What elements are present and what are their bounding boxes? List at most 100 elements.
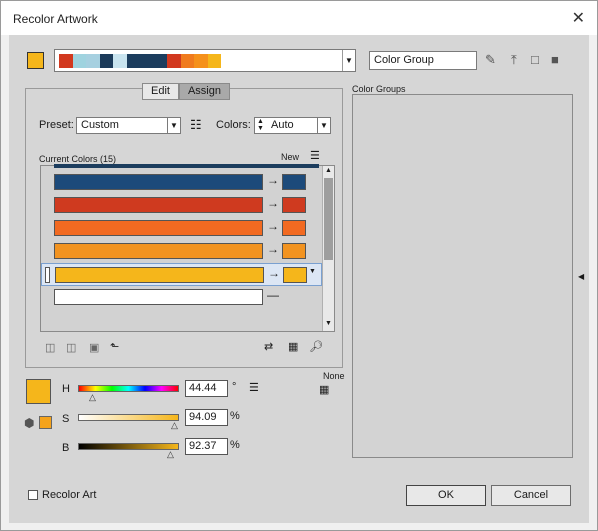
b-unit: % — [230, 439, 240, 451]
preset-select[interactable]: Custom ▼ — [76, 117, 181, 134]
scrollbar-thumb[interactable] — [324, 178, 333, 260]
strip-color-swatch — [72, 54, 86, 68]
chevron-down-icon[interactable]: ▼ — [309, 268, 316, 275]
arrow-right-icon[interactable]: → — [267, 219, 279, 233]
trash-icon[interactable]: ■ — [551, 52, 559, 67]
brightness-input[interactable]: 92.37 — [185, 438, 228, 455]
separate-colors-icon[interactable]: ◫ — [66, 341, 76, 354]
brightness-slider-thumb[interactable]: △ — [167, 449, 174, 460]
exclude-colors-icon[interactable]: ▣ — [89, 341, 99, 354]
color-assign-row[interactable]: → — [41, 240, 322, 263]
title-bar: Recolor Artwork ✕ — [1, 1, 597, 35]
strip-color-swatch — [167, 54, 181, 68]
saturation-slider-thumb[interactable]: △ — [171, 420, 178, 431]
ok-button[interactable]: OK — [406, 485, 486, 506]
find-color-icon[interactable]: 🔎︎ — [309, 340, 323, 353]
current-color-bar[interactable] — [54, 174, 263, 190]
strip-color-swatch — [180, 54, 194, 68]
arrow-right-icon[interactable]: → — [267, 242, 279, 256]
preset-value: Custom — [81, 119, 119, 131]
strip-color-swatch — [86, 54, 100, 68]
new-row-icon[interactable]: ⬑ — [110, 340, 119, 353]
gamut-color-swatch[interactable] — [39, 416, 52, 429]
saturation-slider[interactable] — [78, 414, 179, 421]
cancel-button[interactable]: Cancel — [491, 485, 571, 506]
collapse-panel-icon[interactable]: ◀ — [578, 272, 584, 281]
tab-assign[interactable]: Assign — [178, 83, 230, 100]
hue-input[interactable]: 44.44 — [185, 380, 228, 397]
new-color-swatch[interactable] — [282, 197, 306, 213]
s-label: S — [62, 413, 70, 425]
list-menu-icon[interactable]: ☰ — [310, 149, 320, 162]
arrow-right-icon[interactable]: → — [267, 196, 279, 210]
color-assign-row[interactable]: → — [41, 171, 322, 194]
hue-slider-thumb[interactable]: △ — [89, 392, 96, 403]
recolor-art-label: Recolor Art — [42, 489, 97, 501]
color-assign-row[interactable]: → — [41, 217, 322, 240]
close-icon[interactable]: ✕ — [572, 8, 585, 28]
color-groups-panel[interactable] — [352, 94, 573, 458]
current-colors-header: Current Colors (15) — [39, 154, 117, 164]
list-scrollbar[interactable]: ▲ ▼ — [322, 166, 334, 331]
hue-slider[interactable] — [78, 385, 179, 392]
new-color-swatch[interactable] — [282, 243, 306, 259]
s-unit: % — [230, 410, 240, 422]
save-group-icon[interactable]: ⤒ — [511, 52, 517, 68]
merge-colors-icon[interactable]: ◫ — [45, 341, 55, 354]
strip-color-swatch — [207, 54, 221, 68]
tab-edit[interactable]: Edit — [142, 83, 179, 100]
randomize-order-icon[interactable]: ⇄ — [264, 340, 273, 353]
current-color-swatch[interactable] — [26, 379, 51, 404]
active-color-swatch[interactable] — [27, 52, 44, 69]
eyedropper-icon[interactable]: ✎ — [485, 52, 496, 68]
chevron-down-icon: ▼ — [317, 118, 330, 133]
color-group-name-input[interactable]: Color Group — [369, 51, 477, 70]
row-handle-icon[interactable] — [45, 267, 50, 283]
scroll-up-icon[interactable]: ▲ — [325, 167, 332, 174]
no-change-icon[interactable]: — — [267, 288, 279, 302]
color-library-icon[interactable]: ▦ — [319, 383, 329, 396]
current-color-bar[interactable] — [54, 243, 263, 259]
recolor-artwork-dialog: Recolor Artwork ✕ ▼ Color Group ✎ ⤒ □ ■ … — [0, 0, 598, 531]
h-label: H — [62, 383, 70, 395]
color-strip[interactable]: ▼ — [54, 49, 356, 72]
strip-color-swatch — [140, 54, 154, 68]
current-color-bar[interactable] — [54, 220, 263, 236]
color-groups-label: Color Groups — [352, 84, 406, 94]
recolor-art-checkbox[interactable] — [28, 490, 38, 500]
preset-options-icon[interactable]: ☷ — [190, 117, 202, 133]
color-assign-row[interactable]: → — [41, 194, 322, 217]
stepper-arrows-icon[interactable]: ▲ ▼ — [257, 118, 264, 132]
strip-color-swatch — [99, 54, 113, 68]
arrow-right-icon[interactable]: → — [267, 173, 279, 187]
current-color-bar[interactable] — [54, 289, 263, 305]
saturation-input[interactable]: 94.09 — [185, 409, 228, 426]
new-color-swatch[interactable] — [282, 220, 306, 236]
color-assign-row[interactable]: — — [41, 286, 322, 309]
new-color-swatch[interactable] — [283, 267, 307, 283]
new-header: New — [281, 152, 300, 162]
chevron-down-icon[interactable]: ▼ — [342, 50, 355, 71]
scroll-down-icon[interactable]: ▼ — [325, 320, 332, 327]
window-title: Recolor Artwork — [13, 12, 98, 26]
new-color-swatch[interactable] — [282, 174, 306, 190]
color-assign-row[interactable]: → ▼ — [41, 263, 322, 286]
randomize-saturation-icon[interactable]: ▦ — [288, 340, 298, 353]
folder-icon[interactable]: □ — [531, 52, 539, 67]
b-label: B — [62, 442, 70, 454]
brightness-slider[interactable] — [78, 443, 179, 450]
chevron-down-icon: ▼ — [167, 118, 180, 133]
color-strip-swatches — [59, 54, 221, 68]
current-color-bar[interactable] — [55, 267, 264, 283]
color-mode-menu-icon[interactable]: ☰ — [249, 381, 259, 394]
strip-color-swatch — [153, 54, 167, 68]
arrow-right-icon[interactable]: → — [268, 266, 280, 280]
preset-label: Preset: — [39, 119, 74, 131]
out-of-gamut-icon[interactable]: ⬢ — [24, 416, 34, 430]
none-label: None — [323, 371, 345, 381]
dialog-body: ▼ Color Group ✎ ⤒ □ ■ Edit Assign Preset… — [9, 35, 589, 523]
current-color-bar[interactable] — [54, 197, 263, 213]
tab-bar: Edit Assign — [142, 83, 230, 101]
colors-stepper[interactable]: ▲ ▼ Auto ▼ — [254, 117, 331, 134]
strip-color-swatch — [126, 54, 140, 68]
